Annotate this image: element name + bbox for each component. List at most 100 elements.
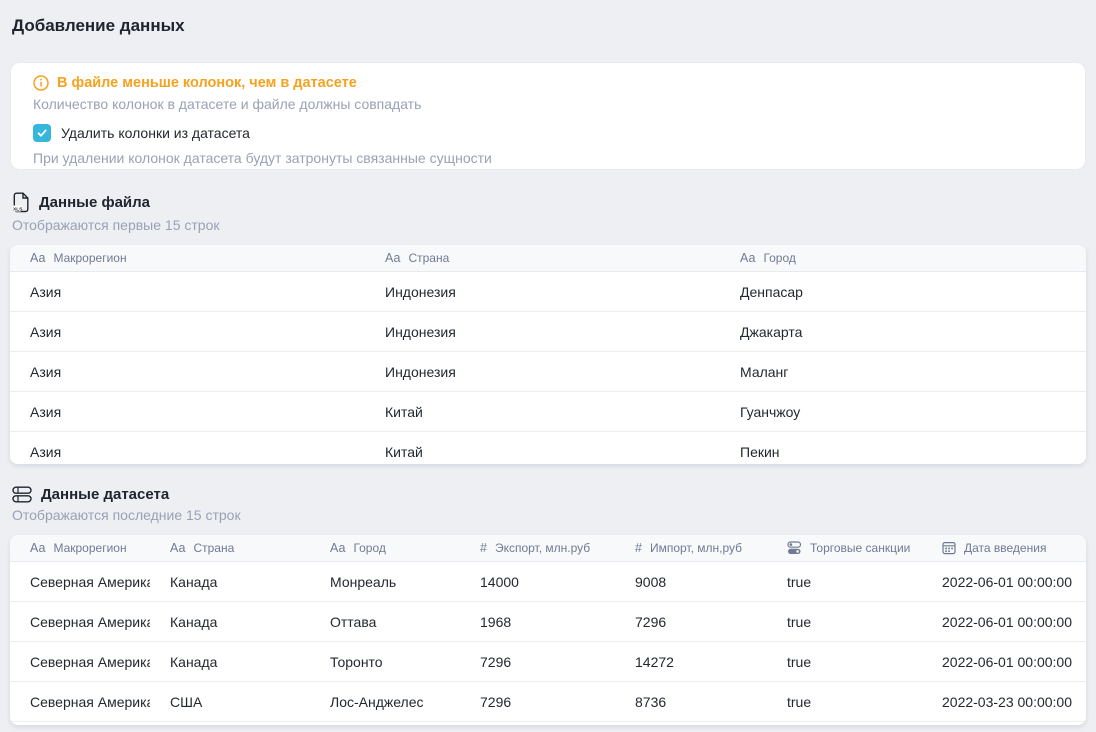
text-type-icon: Аа [330,541,345,555]
text-type-icon: Аа [30,541,45,555]
table-row: Азия Китай Гуанчжоу [10,392,1086,432]
table-row: Азия Индонезия Денпасар [10,272,1086,312]
number-type-icon: # [480,541,487,555]
dataset-icon [12,486,32,503]
column-header-macroregion: Аа Макрорегион [10,541,150,555]
dataset-data-table: Аа Макрорегион Аа Страна Аа Город # Эксп… [10,535,1086,725]
column-label: Импорт, млн,руб [650,541,742,555]
column-header-country: Аа Страна [150,541,310,555]
cell: 14000 [460,574,615,590]
table-row: Северная Америка США Лос-Анджелес 7296 8… [10,682,1086,722]
cell: Азия [10,444,365,460]
cell: Канада [150,654,310,670]
cell: Китай [365,404,720,420]
dataset-data-section-title: Данные датасета [41,486,169,503]
cell: 2022-03-23 00:00:00 [922,694,1086,710]
cell: Северная Америка [10,654,150,670]
file-data-section-title: Данные файла [39,194,150,211]
cell: Китай [365,444,720,460]
svg-text:XLS: XLS [13,207,23,213]
cell: Индонезия [365,284,720,300]
xls-file-icon: XLS [12,192,30,213]
cell: Северная Америка [10,694,150,710]
cell: Маланг [720,364,1086,380]
cell: Канада [150,614,310,630]
cell: Пекин [720,444,1086,460]
cell: Оттава [310,614,460,630]
file-data-table: Аа Макрорегион Аа Страна Аа Город Азия И… [10,245,1086,464]
dataset-data-section-header: Данные датасета [12,486,1086,503]
column-label: Макрорегион [53,541,126,555]
page-title: Добавление данных [12,16,1086,36]
cell: Индонезия [365,364,720,380]
cell: true [767,654,922,670]
info-icon [33,75,49,91]
cell: Азия [10,404,365,420]
cell: Индонезия [365,324,720,340]
text-type-icon: Аа [385,251,400,265]
cell: Лос-Анджелес [310,694,460,710]
cell: Северная Америка [10,574,150,590]
toggle-icon [787,541,802,555]
cell: Джакарта [720,324,1086,340]
cell: Монреаль [310,574,460,590]
delete-columns-checkbox[interactable] [33,124,51,142]
cell: 9008 [615,574,767,590]
table-row: Северная Америка Канада Монреаль 14000 9… [10,562,1086,602]
cell: США [150,694,310,710]
alert-title: В файле меньше колонок, чем в датасете [57,75,357,91]
cell: 7296 [460,694,615,710]
dataset-data-section-subtitle: Отображаются последние 15 строк [12,507,1086,523]
cell: true [767,574,922,590]
text-type-icon: Аа [170,541,185,555]
column-label: Дата введения [964,541,1046,555]
cell: true [767,694,922,710]
delete-columns-checkbox-label: Удалить колонки из датасета [61,125,250,141]
cell: 8736 [615,694,767,710]
table-row: Северная Америка Канада Торонто 7296 142… [10,642,1086,682]
file-table-header: Аа Макрорегион Аа Страна Аа Город [10,245,1086,272]
table-row: Азия Индонезия Джакарта [10,312,1086,352]
column-label: Экспорт, млн.руб [495,541,590,555]
number-type-icon: # [635,541,642,555]
calendar-icon [942,541,956,555]
table-row: Азия Китай Пекин [10,432,1086,464]
column-header-export: # Экспорт, млн.руб [460,541,615,555]
column-header-city: Аа Город [720,251,1086,265]
dataset-table-header: Аа Макрорегион Аа Страна Аа Город # Эксп… [10,535,1086,562]
text-type-icon: Аа [30,251,45,265]
cell: 7296 [615,614,767,630]
alert-subtitle: Количество колонок в датасете и файле до… [33,96,1065,112]
delete-columns-checkbox-row[interactable]: Удалить колонки из датасета [33,123,1065,143]
alert-title-row: В файле меньше колонок, чем в датасете [33,73,1065,93]
column-label: Страна [408,251,449,265]
cell: Торонто [310,654,460,670]
column-label: Макрорегион [53,251,126,265]
file-data-section-header: XLS Данные файла [12,192,1086,213]
cell: 7296 [460,654,615,670]
cell: 14272 [615,654,767,670]
alert-note: При удалении колонок датасета будут затр… [33,150,1065,166]
cell: Гуанчжоу [720,404,1086,420]
cell: Канада [150,574,310,590]
cell: Северная Америка [10,614,150,630]
column-header-import: # Импорт, млн,руб [615,541,767,555]
cell: 2022-06-01 00:00:00 [922,574,1086,590]
cell: Денпасар [720,284,1086,300]
cell: Азия [10,324,365,340]
cell: 1968 [460,614,615,630]
column-header-country: Аа Страна [365,251,720,265]
column-label: Город [353,541,385,555]
column-header-sanctions: Торговые санкции [767,541,922,555]
cell: Азия [10,364,365,380]
column-header-city: Аа Город [310,541,460,555]
column-label: Страна [193,541,234,555]
cell: Азия [10,284,365,300]
cell: 2022-06-01 00:00:00 [922,614,1086,630]
cell: 2022-06-01 00:00:00 [922,654,1086,670]
column-label: Торговые санкции [810,541,910,555]
cell: true [767,614,922,630]
table-row: Азия Индонезия Маланг [10,352,1086,392]
add-data-page: Добавление данных В файле меньше колонок… [0,0,1096,725]
column-label: Город [763,251,795,265]
